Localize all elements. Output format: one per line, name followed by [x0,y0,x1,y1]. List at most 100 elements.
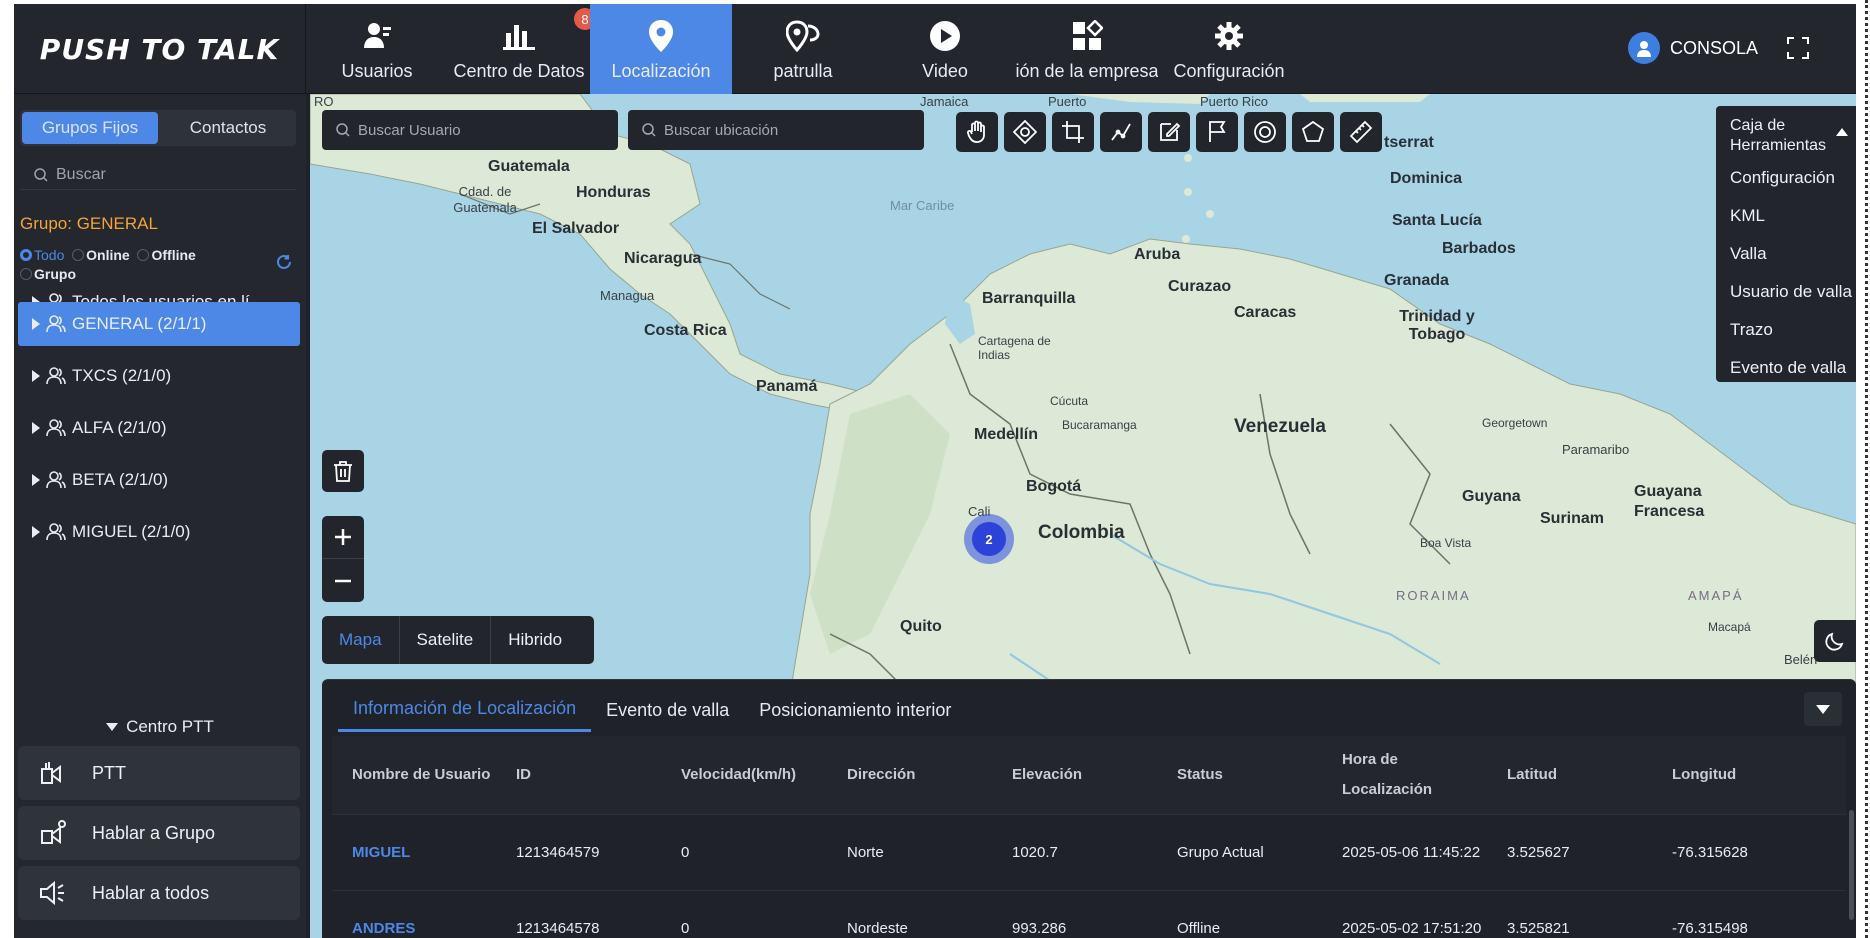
tab-patrulla[interactable]: patrulla [732,4,874,94]
search-location-input[interactable]: Buscar ubicación [628,110,924,150]
map-type-mapa[interactable]: Mapa [322,616,400,664]
crop-icon[interactable] [1052,112,1094,152]
delete-button[interactable] [322,450,364,492]
collapse-panel-button[interactable] [1804,692,1842,726]
map-label: tserrat [1384,134,1434,151]
filter-todo[interactable]: Todo [20,247,64,263]
polygon-icon[interactable] [1292,112,1334,152]
column-header[interactable]: Nombre de Usuario [332,760,496,790]
cell-user-name[interactable]: MIGUEL [332,838,496,868]
map-label: Nicaragua [624,250,702,267]
toolbox-usuario-de-valla[interactable]: Usuario de valla [1730,282,1852,302]
toolbox-configuracion[interactable]: Configuración [1730,168,1835,188]
column-header[interactable]: ID [496,760,661,790]
map-label: Quito [900,618,942,635]
tab-centro-de-datos[interactable]: Centro de Datos 8 [448,4,590,94]
tab-empresa[interactable]: ión de la empresa [1016,4,1158,94]
table-row[interactable]: MIGUEL 1213464579 0 Norte 1020.7 Grupo A… [332,814,1846,890]
table-row[interactable]: ANDRES 1213464578 0 Nordeste 993.286 Off… [332,890,1846,938]
map-label: Curazao [1168,278,1232,295]
zoom-in-button[interactable] [322,516,364,559]
pan-hand-icon[interactable] [956,112,998,152]
toolbox-trazo[interactable]: Trazo [1730,320,1773,340]
zoom-out-button[interactable] [322,559,364,602]
ptt-center-toggle[interactable]: Centro PTT [14,712,306,742]
search-user-input[interactable]: Buscar Usuario [322,110,618,150]
cell-longitude: -76.315498 [1672,919,1748,937]
cell-id: 1213464578 [516,919,600,937]
group-item-alfa[interactable]: ALFA (2/1/0) [18,406,300,450]
tab-contactos[interactable]: Contactos [160,110,296,146]
group-label: BETA (2/1/0) [72,470,169,489]
ruler-icon[interactable] [1340,112,1382,152]
tab-usuarios[interactable]: Usuarios [306,4,448,94]
map-label: Aruba [1134,246,1181,263]
circle-icon[interactable] [1244,112,1286,152]
user-cluster-marker[interactable]: 2 [964,514,1014,564]
tab-evento-de-valla[interactable]: Evento de valla [591,688,744,732]
map-label: Boa Vista [1420,536,1472,550]
tab-video[interactable]: Video [874,4,1016,94]
map-label: Dominica [1390,170,1463,187]
group-icon [46,471,66,489]
sidebar-search-input[interactable]: Buscar [20,160,296,190]
map-label: Guayana Francesa [1634,483,1705,520]
night-mode-button[interactable] [1814,620,1856,662]
talk-group-button[interactable]: Hablar a Grupo [18,806,300,860]
edit-shape-icon[interactable] [1148,112,1190,152]
target-diamond-icon[interactable] [1004,112,1046,152]
map-label: Barranquilla [982,290,1076,307]
panel-tabs: Información de Localización Evento de va… [338,688,966,732]
toolbox-evento-de-valla[interactable]: Evento de valla [1730,358,1846,378]
ptt-button[interactable]: PTT [18,746,300,800]
polyline-icon[interactable] [1100,112,1142,152]
flag-icon[interactable] [1196,112,1238,152]
column-header[interactable]: Longitud [1652,760,1802,790]
map-label: Costa Rica [644,322,727,339]
tab-localizacion[interactable]: Localización [590,4,732,94]
filter-offline[interactable]: Offline [134,247,196,263]
group-item-general[interactable]: GENERAL (2/1/1) [18,302,300,346]
ptt-center-label: Centro PTT [126,717,214,736]
column-header[interactable]: Status [1157,760,1322,790]
map-label: Jamaica [920,94,969,109]
table-scrollbar[interactable] [1849,810,1854,920]
cell-latitude: 3.525821 [1507,919,1570,937]
tab-posicionamiento-interior[interactable]: Posicionamiento interior [744,688,966,732]
map-label: Puerto Rico [1200,94,1268,109]
talk-all-button[interactable]: Hablar a todos [18,866,300,920]
group-item-txcs[interactable]: TXCS (2/1/0) [18,354,300,398]
user-menu[interactable]: CONSOLA [1628,32,1758,64]
map-label: Granada [1384,272,1449,289]
trash-icon [334,461,352,482]
map-type-hibrido[interactable]: Hibrido [491,616,579,664]
speaker-icon [40,880,64,906]
refresh-icon[interactable] [276,254,292,275]
cell-user-name[interactable]: ANDRES [332,914,496,938]
filter-online[interactable]: Online [68,247,130,263]
toolbox-valla[interactable]: Valla [1730,244,1767,264]
tab-grupos-fijos[interactable]: Grupos Fijos [22,112,158,144]
tab-informacion-localizacion[interactable]: Información de Localización [338,688,592,732]
cell-time: 2025-05-06 11:45:22 [1342,843,1481,861]
group-item-miguel[interactable]: MIGUEL (2/1/0) [18,510,300,554]
column-header[interactable]: Velocidad(km/h) [661,760,827,790]
toolbox-title[interactable]: Caja de Herramientas [1730,116,1840,156]
toolbox-kml[interactable]: KML [1730,206,1765,226]
tab-label: Centro de Datos [453,60,585,81]
column-header[interactable]: Dirección [827,760,992,790]
column-header[interactable]: Elevación [992,760,1157,790]
column-header[interactable]: Latitud [1487,760,1652,790]
top-navbar: PUSH TO TALK Usuarios Centro de Datos 8 … [14,4,1856,94]
group-item-beta[interactable]: BETA (2/1/0) [18,458,300,502]
map-type-satelite[interactable]: Satelite [400,616,492,664]
column-header[interactable]: Hora de Localización [1322,745,1487,805]
caret-up-icon[interactable] [1836,128,1848,136]
map-label: Panamá [756,378,818,395]
zoom-control [322,516,364,602]
tab-label: ión de la empresa [1016,60,1158,81]
tab-configuracion[interactable]: Configuración [1158,4,1300,94]
ptt-label: PTT [92,762,126,783]
map-label: Guyana [1462,488,1521,505]
fullscreen-icon[interactable] [1786,36,1810,65]
